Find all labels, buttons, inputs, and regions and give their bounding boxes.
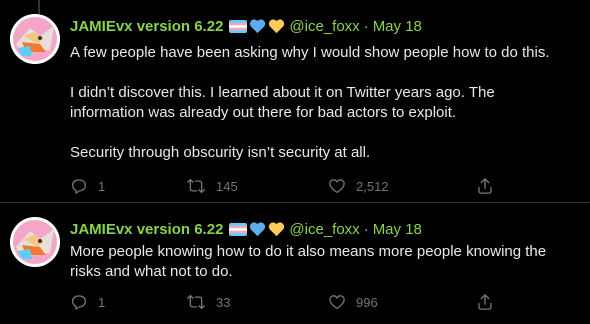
share-button[interactable] — [476, 177, 504, 195]
name-badges — [229, 221, 287, 237]
like-button[interactable]: 996 — [328, 293, 378, 311]
retweet-icon — [187, 294, 205, 310]
share-icon — [478, 178, 492, 194]
avatar[interactable] — [10, 14, 60, 64]
reply-button[interactable]: 1 — [70, 293, 105, 311]
header-separator: · — [363, 17, 369, 35]
author-name[interactable]: JAMIEvx version 6.22 — [70, 18, 223, 35]
blue-heart-icon — [250, 19, 266, 34]
name-badges — [229, 18, 287, 34]
retweet-icon — [187, 178, 205, 194]
retweet-button[interactable]: 33 — [186, 293, 230, 311]
thread-line — [38, 0, 40, 14]
retweet-count: 33 — [216, 294, 231, 310]
like-button[interactable]: 2,512 — [328, 177, 389, 195]
tweet-header: JAMIEvx version 6.22 @ice_foxx · May 18 — [70, 218, 422, 240]
header-separator: · — [363, 220, 369, 238]
blue-heart-icon — [250, 222, 266, 237]
tweet-date[interactable]: May 18 — [373, 221, 422, 238]
like-count: 996 — [356, 294, 378, 310]
trans-flag-icon — [229, 222, 248, 236]
yellow-heart-icon — [269, 19, 285, 34]
reply-count: 1 — [98, 178, 106, 194]
tweet[interactable]: JAMIEvx version 6.22 @ice_foxx · May 18 … — [0, 203, 590, 324]
author-name[interactable]: JAMIEvx version 6.22 — [70, 221, 223, 238]
retweet-button[interactable]: 145 — [186, 177, 238, 195]
tweet-actions: 1 33 996 — [70, 292, 500, 312]
share-button[interactable] — [476, 293, 504, 311]
reply-icon — [71, 295, 87, 310]
tweet-paragraph: I didn’t discover this. I learned about … — [70, 84, 495, 121]
tweet-paragraph: A few people have been asking why I woul… — [70, 44, 550, 61]
reply-icon — [71, 179, 87, 194]
like-icon — [329, 179, 345, 194]
like-count: 2,512 — [356, 178, 389, 194]
tweet-header: JAMIEvx version 6.22 @ice_foxx · May 18 — [70, 15, 422, 37]
reply-count: 1 — [98, 294, 106, 310]
tweet-paragraph: Security through obscurity isn’t securit… — [70, 144, 371, 161]
like-icon — [329, 295, 345, 310]
author-handle[interactable]: @ice_foxx — [289, 221, 359, 238]
tweet-text: More people knowing how to do it also me… — [70, 242, 570, 282]
reply-button[interactable]: 1 — [70, 177, 105, 195]
tweet-paragraph: More people knowing how to do it also me… — [70, 243, 547, 280]
share-icon — [478, 294, 492, 310]
trans-flag-icon — [229, 19, 248, 33]
tweet[interactable]: JAMIEvx version 6.22 @ice_foxx · May 18 … — [0, 0, 590, 202]
retweet-count: 145 — [216, 178, 238, 194]
avatar[interactable] — [10, 217, 60, 267]
yellow-heart-icon — [269, 222, 285, 237]
tweet-date[interactable]: May 18 — [373, 18, 422, 35]
author-handle[interactable]: @ice_foxx — [289, 18, 359, 35]
tweet-text: A few people have been asking why I woul… — [70, 43, 570, 163]
tweet-actions: 1 145 2,512 — [70, 176, 500, 196]
